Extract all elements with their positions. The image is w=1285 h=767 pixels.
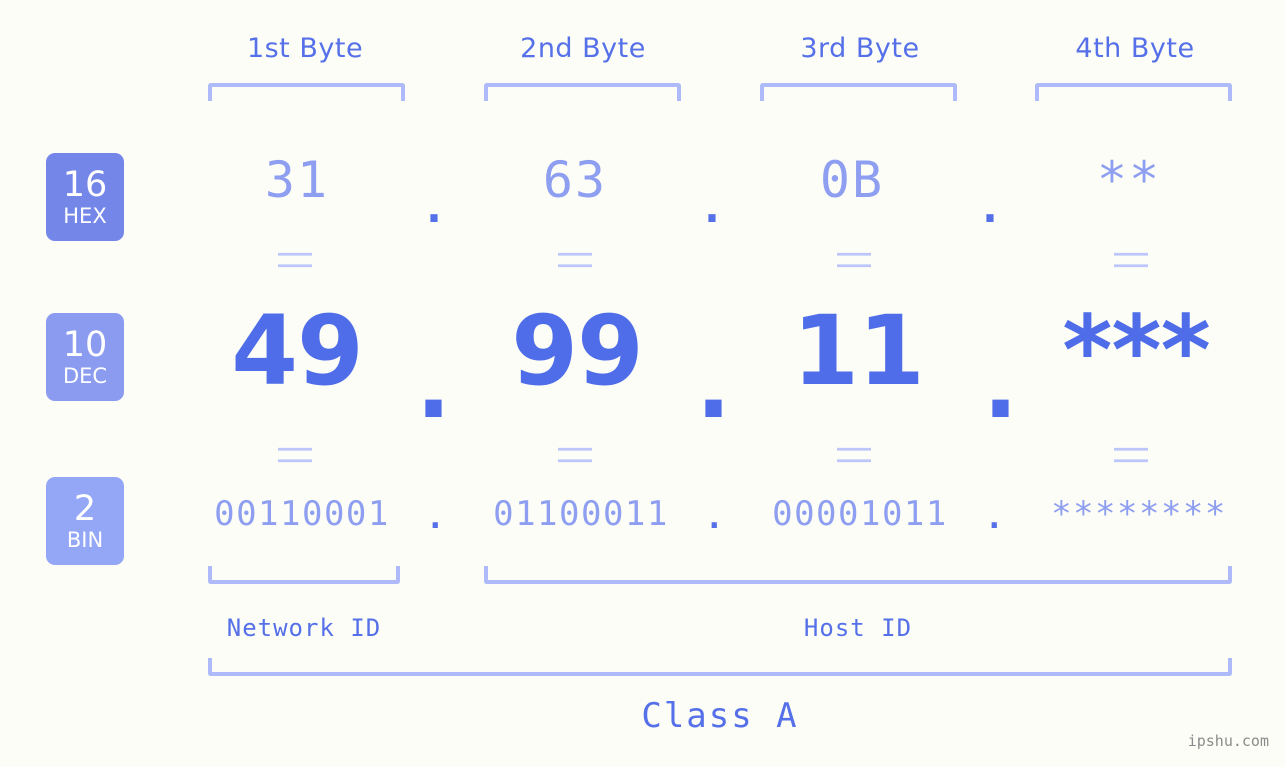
dec-byte-3: 11: [792, 295, 925, 407]
radix-badge-hex: 16 HEX: [46, 153, 124, 241]
byte-bracket-3: [760, 83, 957, 101]
host-id-bracket: [484, 566, 1232, 584]
dec-byte-4: ***: [1062, 295, 1211, 407]
byte-bracket-2: [484, 83, 681, 101]
byte-header-1: 1st Byte: [246, 33, 364, 64]
bin-separator-3: .: [984, 498, 1006, 536]
hex-byte-3: 0B: [819, 151, 885, 209]
hex-byte-2: 63: [542, 151, 608, 209]
hex-separator-2: .: [698, 182, 728, 233]
equals-connector-dec-bin-2: ||: [557, 443, 597, 467]
network-id-bracket: [208, 566, 400, 584]
radix-badge-hex-base: 16: [62, 164, 108, 205]
bin-separator-2: .: [704, 498, 726, 536]
radix-badge-bin-base: 2: [73, 488, 97, 529]
radix-badge-hex-name: HEX: [63, 203, 107, 228]
radix-badge-bin-name: BIN: [66, 527, 104, 552]
class-label: Class A: [641, 696, 799, 736]
hex-byte-4: **: [1096, 151, 1162, 209]
host-id-label: Host ID: [803, 614, 913, 642]
byte-bracket-4: [1035, 83, 1232, 101]
byte-header-3: 3rd Byte: [800, 33, 920, 64]
dec-byte-1: 49: [231, 295, 364, 407]
equals-connector-dec-bin-1: ||: [277, 443, 317, 467]
network-id-label: Network ID: [226, 614, 382, 642]
equals-connector-dec-bin-3: ||: [836, 443, 876, 467]
bin-byte-4: ********: [1051, 494, 1227, 534]
radix-badge-dec-base: 10: [62, 324, 108, 365]
hex-separator-3: .: [976, 182, 1006, 233]
class-bracket: [208, 658, 1232, 676]
radix-badge-dec: 10 DEC: [46, 313, 124, 401]
byte-header-2: 2nd Byte: [520, 33, 646, 64]
site-watermark: ipshu.com: [1187, 732, 1269, 750]
bin-byte-1: 00110001: [214, 494, 390, 534]
equals-connector-dec-bin-4: ||: [1113, 443, 1153, 467]
radix-badge-dec-name: DEC: [62, 363, 108, 388]
hex-byte-1: 31: [264, 151, 330, 209]
dec-byte-2: 99: [511, 295, 644, 407]
ip-address-breakdown-diagram: 1st Byte 2nd Byte 3rd Byte 4th Byte 16 H…: [0, 0, 1285, 767]
dec-separator-1: .: [416, 332, 451, 439]
byte-header-4: 4th Byte: [1075, 33, 1195, 64]
bin-byte-2: 01100011: [493, 494, 669, 534]
hex-separator-1: .: [420, 182, 450, 233]
dec-separator-2: .: [696, 332, 731, 439]
byte-bracket-1: [208, 83, 405, 101]
bin-separator-1: .: [425, 498, 447, 536]
radix-badge-bin: 2 BIN: [46, 477, 124, 565]
dec-separator-3: .: [983, 332, 1018, 439]
bin-byte-3: 00001011: [772, 494, 948, 534]
